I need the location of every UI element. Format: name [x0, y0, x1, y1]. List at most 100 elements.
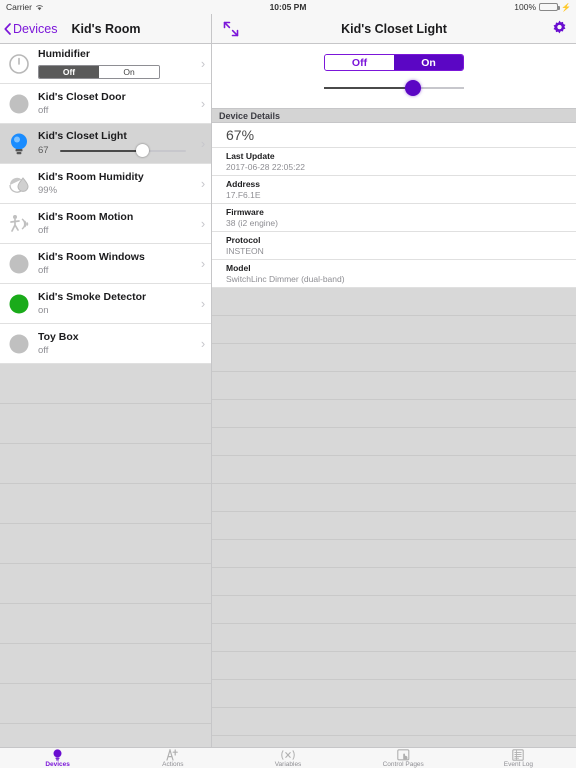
empty-row [212, 540, 576, 568]
device-details-section-header: Device Details [212, 108, 576, 123]
chevron-right-icon: › [200, 96, 206, 111]
tab-bar[interactable]: Devices Actions Variables Control Pages … [0, 747, 576, 768]
gear-icon[interactable] [551, 20, 568, 37]
list-item-kids-room-motion[interactable]: Kid's Room Motion off › [0, 204, 211, 244]
tab-actions[interactable]: Actions [115, 748, 230, 768]
dimmer-value-label: 67 [38, 145, 49, 156]
detail-label: Model [226, 263, 251, 273]
status-bar-right: 100% ⚡ [514, 2, 571, 12]
empty-row [212, 708, 576, 736]
tab-control-pages[interactable]: Control Pages [346, 748, 461, 768]
humidifier-segmented-control[interactable]: Off On [38, 64, 160, 79]
empty-row [0, 524, 211, 564]
empty-row [212, 652, 576, 680]
back-to-devices-button[interactable]: Devices [4, 22, 57, 36]
detail-row-protocol: Protocol INSTEON [212, 232, 576, 260]
detail-value: 2017-06-28 22:05:22 [226, 162, 305, 172]
detail-label: Address [226, 179, 261, 189]
empty-row [212, 288, 576, 316]
empty-row [212, 372, 576, 400]
list-item-status: off [38, 105, 49, 116]
onoff-segmented-control[interactable]: Off On [324, 54, 464, 71]
empty-row [212, 736, 576, 747]
dimmer-control[interactable]: 67 [38, 144, 195, 157]
list-item-content: Kid's Room Motion off [34, 211, 195, 236]
detail-value: 17.F6.1E [226, 190, 261, 200]
list-item-title: Humidifier [38, 47, 90, 60]
empty-row [212, 568, 576, 596]
brightness-level-value: 67% [212, 123, 576, 148]
tab-devices[interactable]: Devices [0, 748, 115, 768]
brightness-slider[interactable] [324, 80, 464, 96]
detail-label: Last Update [226, 151, 275, 161]
list-item-content: Kid's Room Humidity 99% [34, 171, 195, 196]
detail-row-model: Model SwitchLinc Dimmer (dual-band) [212, 260, 576, 288]
lightbulb-blue-icon [4, 129, 34, 159]
empty-row [0, 604, 211, 644]
app-root: Carrier 10:05 PM 100% ⚡ Devices Kid's Ro… [0, 0, 576, 768]
list-item-content: Kid's Closet Light 67 [34, 130, 195, 157]
detail-on-segment[interactable]: On [394, 55, 463, 70]
humidity-droplet-icon [4, 169, 34, 199]
empty-row [0, 364, 211, 404]
lightbulb-icon [52, 748, 63, 761]
variables-x-icon [280, 749, 296, 761]
list-item-title: Toy Box [38, 331, 79, 343]
right-pane-title: Kid's Closet Light [341, 21, 447, 36]
tab-variables[interactable]: Variables [230, 748, 345, 768]
empty-row [212, 456, 576, 484]
list-item-status: on [38, 305, 49, 316]
actions-icon [166, 748, 179, 761]
tab-event-log[interactable]: Event Log [461, 748, 576, 768]
list-item-kids-room-humidity[interactable]: Kid's Room Humidity 99% › [0, 164, 211, 204]
list-item-kids-smoke-detector[interactable]: Kid's Smoke Detector on › [0, 284, 211, 324]
circle-gray-icon [4, 249, 34, 279]
device-list-pane[interactable]: Humidifier Off On › Kid's Closet Door of… [0, 44, 212, 747]
list-item-content: Toy Box off [34, 331, 195, 356]
empty-row [212, 484, 576, 512]
empty-row [0, 724, 211, 747]
empty-row [0, 564, 211, 604]
detail-value: INSTEON [226, 246, 264, 256]
device-control-area: Off On [212, 44, 576, 108]
battery-percent-label: 100% [514, 2, 537, 12]
slider-thumb[interactable] [135, 144, 149, 157]
list-item-content: Humidifier Off On [34, 48, 195, 80]
list-item-kids-room-windows[interactable]: Kid's Room Windows off › [0, 244, 211, 284]
collapse-arrows-icon[interactable] [222, 20, 240, 38]
list-item-status: off [38, 345, 49, 356]
chevron-right-icon: › [200, 336, 206, 351]
device-detail-pane: Off On Device Details 67% Last Update 20… [212, 44, 576, 747]
list-item-humidifier[interactable]: Humidifier Off On › [0, 44, 211, 84]
empty-row [212, 344, 576, 372]
battery-full-icon [539, 3, 561, 11]
list-item-content: Kid's Smoke Detector on [34, 291, 195, 316]
detail-off-segment[interactable]: Off [325, 55, 394, 70]
list-item-content: Kid's Closet Door off [34, 91, 195, 116]
control-pages-icon [396, 748, 410, 761]
dimmer-slider[interactable] [60, 144, 186, 157]
list-item-kids-closet-door[interactable]: Kid's Closet Door off › [0, 84, 211, 124]
event-log-icon [512, 748, 525, 761]
list-item-title: Kid's Closet Door [38, 91, 126, 103]
list-item-toy-box[interactable]: Toy Box off › [0, 324, 211, 364]
humidifier-off-segment[interactable]: Off [39, 65, 99, 78]
list-item-title: Kid's Room Motion [38, 211, 134, 223]
list-item-title: Kid's Smoke Detector [38, 291, 147, 303]
slider-fill [60, 149, 145, 152]
chevron-right-icon: › [200, 296, 206, 311]
list-item-content: Kid's Room Windows off [34, 251, 195, 276]
empty-row [0, 404, 211, 444]
humidifier-on-segment[interactable]: On [99, 65, 159, 78]
list-item-kids-closet-light[interactable]: Kid's Closet Light 67 › [0, 124, 211, 164]
slider-thumb[interactable] [405, 80, 422, 96]
tab-label: Actions [162, 760, 184, 768]
list-item-status: 99% [38, 185, 58, 196]
empty-row [212, 596, 576, 624]
empty-row [0, 444, 211, 484]
empty-row [212, 680, 576, 708]
list-item-title: Kid's Room Windows [38, 251, 145, 263]
detail-row-last-update: Last Update 2017-06-28 22:05:22 [212, 148, 576, 176]
chevron-right-icon: › [200, 136, 206, 151]
right-navigation-bar: Kid's Closet Light [212, 14, 576, 44]
